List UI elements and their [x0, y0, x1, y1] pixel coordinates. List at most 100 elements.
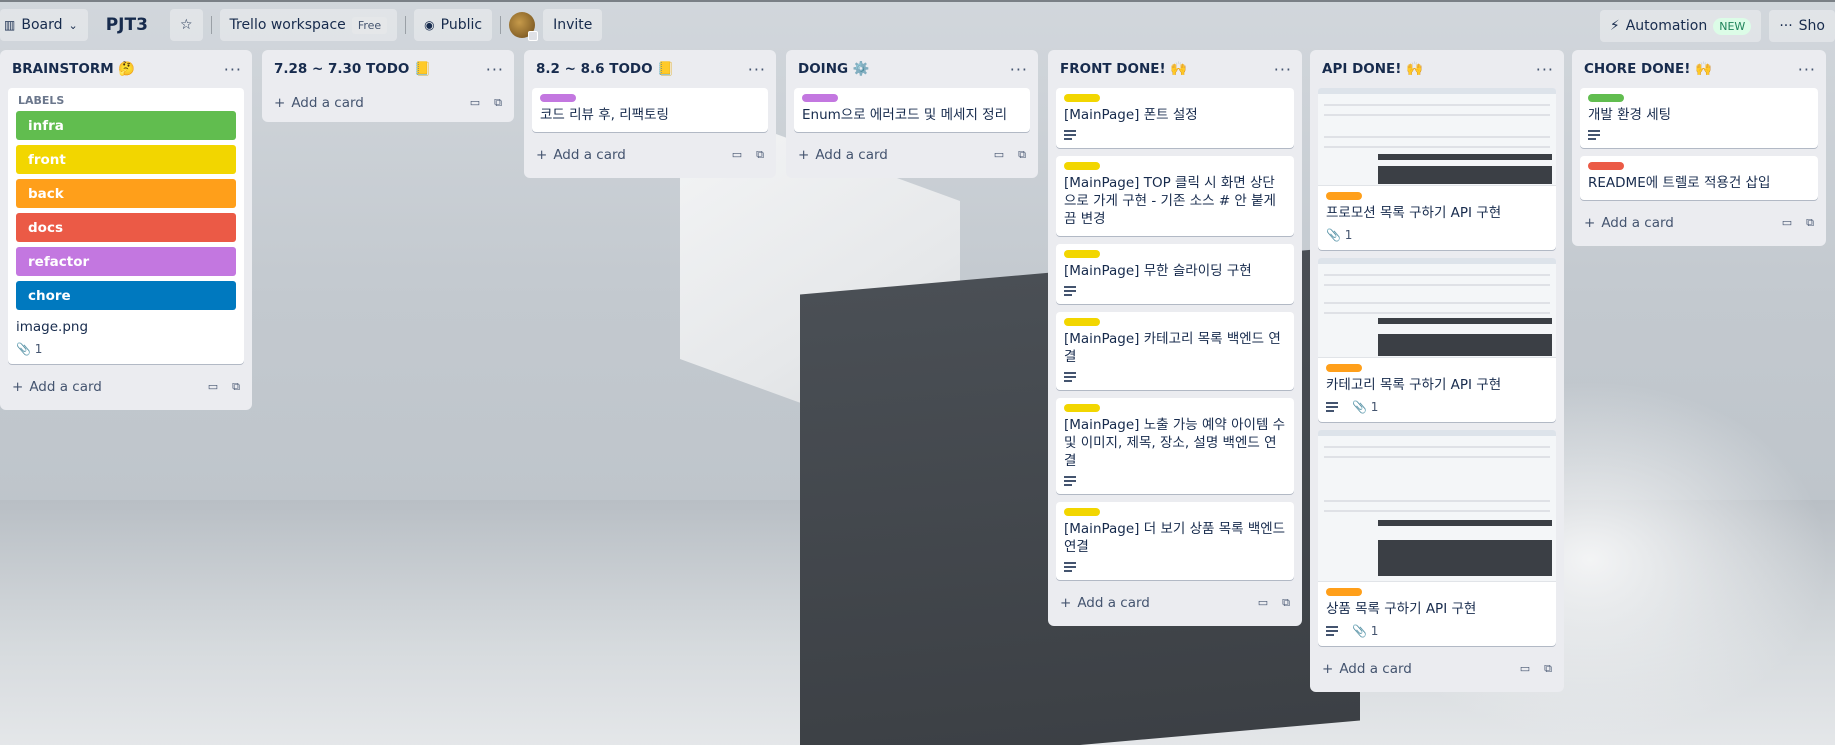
list-menu-icon[interactable]: ···: [224, 60, 242, 79]
add-card-button[interactable]: + Add a card: [1322, 661, 1412, 677]
template-icon[interactable]: ⧉: [232, 380, 240, 394]
attachment-count: 1: [1344, 228, 1353, 242]
create-from-template-icon[interactable]: ▭: [1258, 596, 1268, 610]
list-menu-icon[interactable]: ···: [748, 60, 766, 79]
card[interactable]: [MainPage] 노출 가능 예약 아이템 수 및 이미지, 제목, 장소,…: [1056, 398, 1294, 494]
list-title[interactable]: CHORE DONE! 🙌: [1584, 61, 1712, 77]
add-card-label: Add a card: [1339, 661, 1412, 677]
card-label-back: [1326, 192, 1362, 200]
template-icon[interactable]: ⧉: [1806, 216, 1814, 230]
add-card-button[interactable]: + Add a card: [536, 147, 626, 163]
create-from-template-icon[interactable]: ▭: [994, 148, 1004, 162]
template-icon[interactable]: ⧉: [756, 148, 764, 162]
list-title[interactable]: API DONE! 🙌: [1322, 61, 1423, 77]
card-label-refactor: [802, 94, 838, 102]
card[interactable]: [MainPage] 폰트 설정: [1056, 88, 1294, 148]
add-card-button[interactable]: + Add a card: [1584, 215, 1674, 231]
create-from-template-icon[interactable]: ▭: [208, 380, 218, 394]
board-view-button[interactable]: ▥ Board ⌄: [0, 9, 88, 41]
card[interactable]: 코드 리뷰 후, 리팩토링: [532, 88, 768, 132]
label-docs[interactable]: docs: [16, 213, 236, 242]
add-card-button[interactable]: + Add a card: [274, 95, 364, 111]
description-icon: [1064, 562, 1076, 572]
list-menu-icon[interactable]: ···: [1798, 60, 1816, 79]
attachment-badge: 📎 1: [1352, 624, 1378, 638]
list-menu-icon[interactable]: ···: [486, 60, 504, 79]
paperclip-icon: 📎: [16, 342, 31, 356]
card[interactable]: 상품 목록 구하기 API 구현 📎 1: [1318, 430, 1556, 646]
list-title[interactable]: 7.28 ~ 7.30 TODO 📒: [274, 61, 431, 77]
add-card-row: + Add a card ▭ ⧉: [1318, 654, 1556, 684]
card-title: Enum으로 에러코드 및 메세지 정리: [802, 107, 1007, 123]
add-card-button[interactable]: + Add a card: [798, 147, 888, 163]
label-refactor[interactable]: refactor: [16, 247, 236, 276]
card-cover-image: [1318, 258, 1556, 358]
add-card-button[interactable]: + Add a card: [1060, 595, 1150, 611]
card[interactable]: [MainPage] 더 보기 상품 목록 백엔드 연결: [1056, 502, 1294, 580]
card[interactable]: Enum으로 에러코드 및 메세지 정리: [794, 88, 1030, 132]
create-from-template-icon[interactable]: ▭: [732, 148, 742, 162]
description-icon: [1064, 130, 1076, 140]
label-front[interactable]: front: [16, 145, 236, 174]
board-view-label: Board: [21, 17, 63, 33]
card[interactable]: README에 트렐로 적용건 삽입: [1580, 156, 1818, 200]
list-menu-icon[interactable]: ···: [1274, 60, 1292, 79]
invite-button[interactable]: Invite: [543, 9, 603, 41]
list-menu-icon[interactable]: ···: [1536, 60, 1554, 79]
add-card-button[interactable]: + Add a card: [12, 379, 102, 395]
card[interactable]: [MainPage] 카테고리 목록 백엔드 연결: [1056, 312, 1294, 390]
card-label-docs: [1588, 162, 1624, 170]
workspace-button[interactable]: Trello workspace Free: [219, 9, 398, 41]
add-card-row: + Add a card ▭ ⧉: [1580, 208, 1818, 238]
board-title[interactable]: PJT3: [96, 15, 162, 35]
workspace-label: Trello workspace: [229, 17, 346, 33]
label-back[interactable]: back: [16, 179, 236, 208]
attachment-count: 1: [1370, 400, 1379, 414]
create-from-template-icon[interactable]: ▭: [1782, 216, 1792, 230]
list-title[interactable]: FRONT DONE! 🙌: [1060, 61, 1187, 77]
card-label-front: [1064, 508, 1100, 516]
card-title: [MainPage] 더 보기 상품 목록 백엔드 연결: [1064, 521, 1286, 555]
card[interactable]: 카테고리 목록 구하기 API 구현 📎 1: [1318, 258, 1556, 422]
attachment-name: image.png: [16, 319, 89, 335]
list-todo-0802: 8.2 ~ 8.6 TODO 📒 ··· 코드 리뷰 후, 리팩토링 + Add …: [524, 50, 776, 178]
board-icon: ▥: [4, 18, 16, 32]
list-title[interactable]: BRAINSTORM 🤔: [12, 61, 135, 77]
create-from-template-icon[interactable]: ▭: [1520, 662, 1530, 676]
template-icon[interactable]: ⧉: [494, 96, 502, 110]
labels-card[interactable]: LABELS infra front back docs refactor ch…: [8, 88, 244, 364]
attachment-badge: 📎 1: [1326, 228, 1352, 242]
add-card-label: Add a card: [815, 147, 888, 163]
show-menu-label: Sho: [1798, 18, 1825, 34]
paperclip-icon: 📎: [1326, 228, 1341, 242]
star-button[interactable]: ☆: [169, 9, 203, 41]
add-card-label: Add a card: [29, 379, 102, 395]
attachment-count: 1: [1370, 624, 1379, 638]
card-title: [MainPage] 무한 슬라이딩 구현: [1064, 263, 1252, 279]
card-label-infra: [1588, 94, 1624, 102]
add-card-label: Add a card: [553, 147, 626, 163]
labels-heading: LABELS: [18, 94, 65, 107]
automation-button[interactable]: ⚡ Automation NEW: [1599, 10, 1762, 42]
label-infra[interactable]: infra: [16, 111, 236, 140]
card[interactable]: 개발 환경 세팅: [1580, 88, 1818, 148]
create-from-template-icon[interactable]: ▭: [470, 96, 480, 110]
template-icon[interactable]: ⧉: [1544, 662, 1552, 676]
description-icon: [1588, 130, 1600, 140]
label-chore[interactable]: chore: [16, 281, 236, 310]
member-avatar[interactable]: [509, 12, 539, 41]
card[interactable]: [MainPage] 무한 슬라이딩 구현: [1056, 244, 1294, 304]
list-title[interactable]: 8.2 ~ 8.6 TODO 📒: [536, 61, 674, 77]
card[interactable]: [MainPage] TOP 클릭 시 화면 상단으로 가게 구현 - 기존 소…: [1056, 156, 1294, 236]
list-title[interactable]: DOING ⚙️: [798, 61, 870, 77]
attachment-count: 1: [34, 342, 43, 356]
visibility-button[interactable]: ◉ Public: [414, 9, 493, 41]
show-menu-button[interactable]: ··· Sho: [1769, 10, 1835, 42]
card-title: 프로모션 목록 구하기 API 구현: [1326, 205, 1502, 221]
card[interactable]: 프로모션 목록 구하기 API 구현 📎 1: [1318, 88, 1556, 250]
template-icon[interactable]: ⧉: [1018, 148, 1026, 162]
list-menu-icon[interactable]: ···: [1010, 60, 1028, 79]
template-icon[interactable]: ⧉: [1282, 596, 1290, 610]
plus-icon: +: [536, 147, 548, 163]
list-doing: DOING ⚙️ ··· Enum으로 에러코드 및 메세지 정리 + Add a…: [786, 50, 1038, 178]
